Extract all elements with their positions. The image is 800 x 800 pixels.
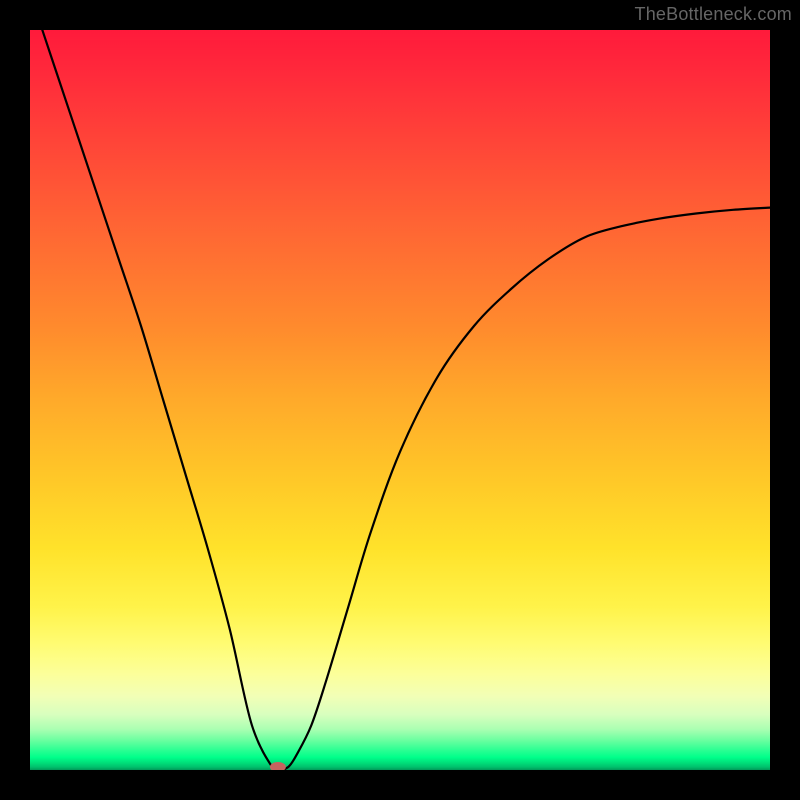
chart-frame: TheBottleneck.com <box>0 0 800 800</box>
gradient-background <box>30 30 770 770</box>
watermark-text: TheBottleneck.com <box>635 4 792 25</box>
plot-area <box>30 30 770 770</box>
